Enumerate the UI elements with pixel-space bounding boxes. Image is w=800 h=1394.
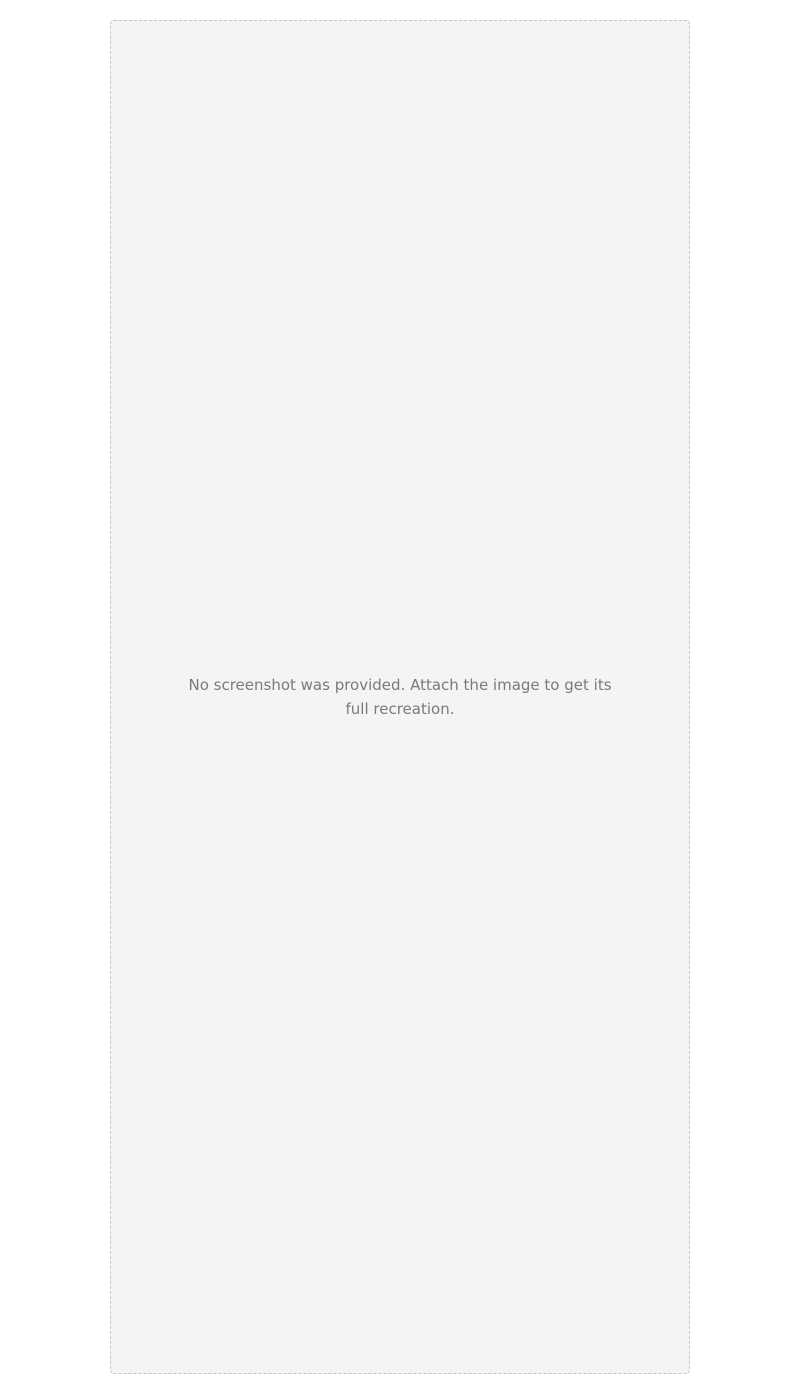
empty-canvas: No screenshot was provided. Attach the i…	[110, 20, 690, 1374]
missing-image-notice: No screenshot was provided. Attach the i…	[188, 676, 612, 718]
